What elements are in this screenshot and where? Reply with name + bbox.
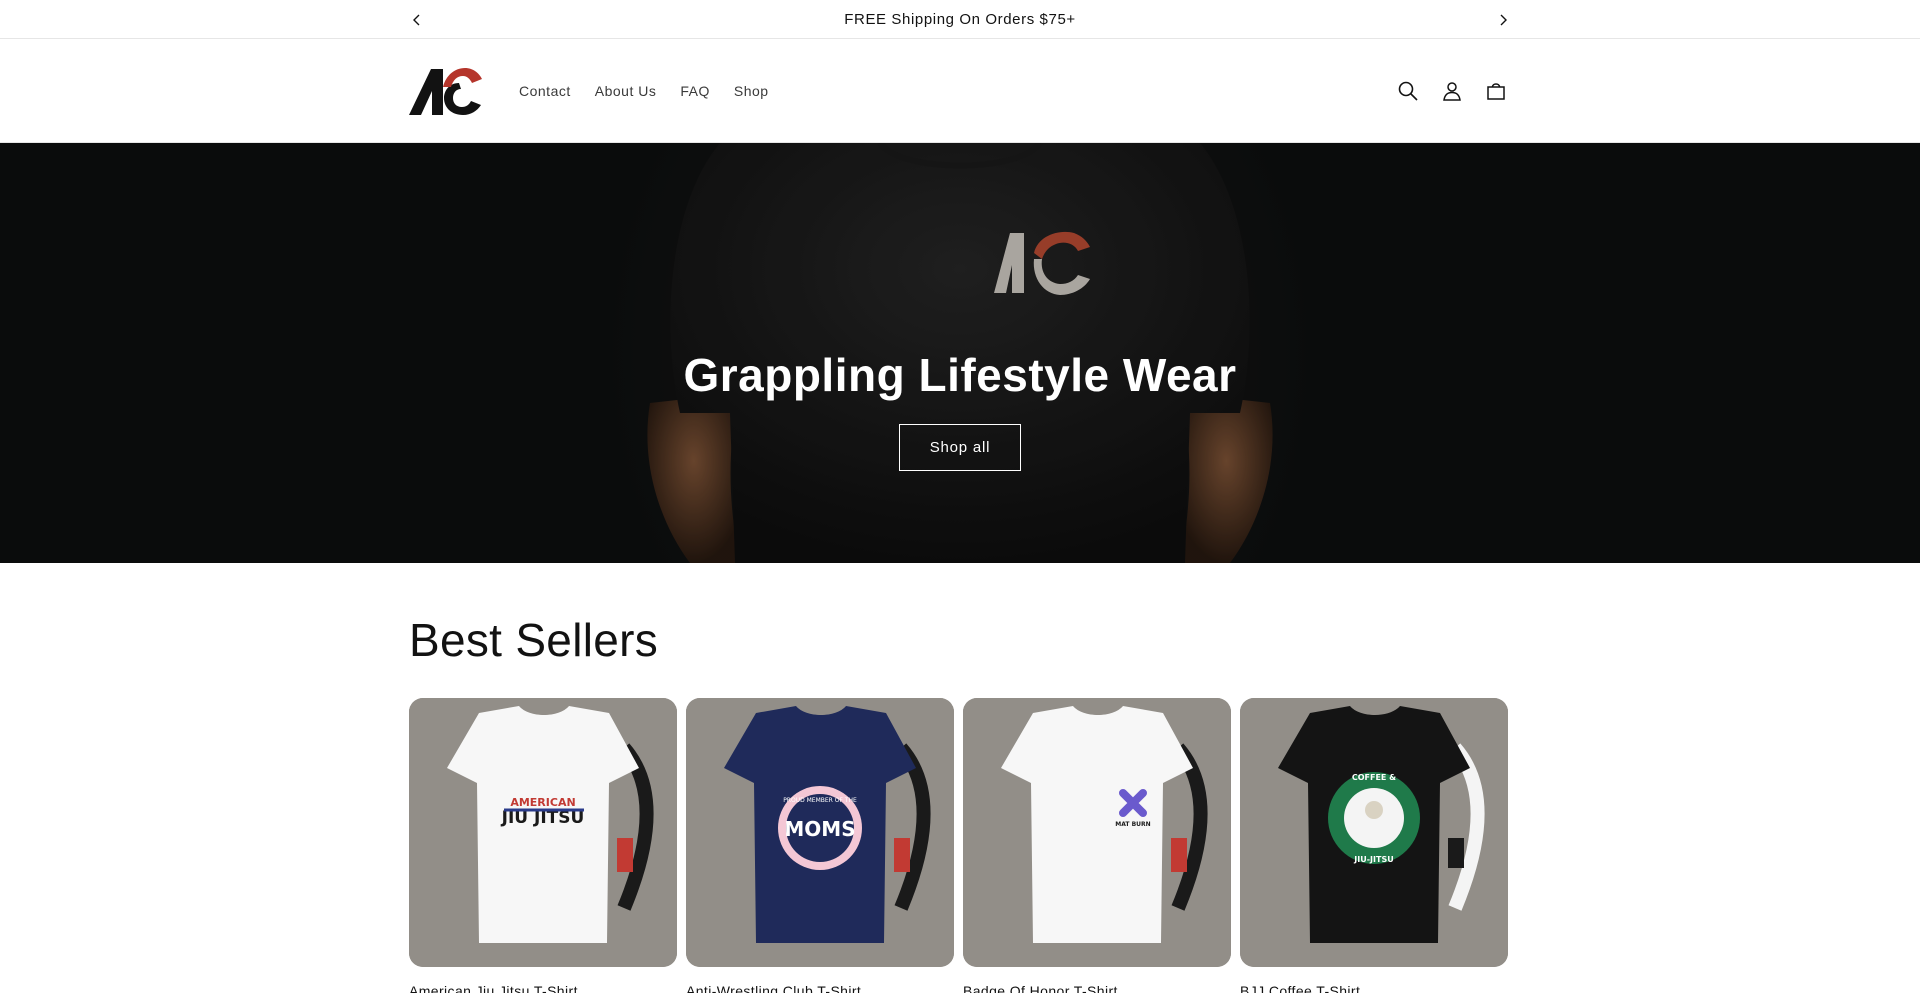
- chevron-right-icon: [1500, 14, 1507, 25]
- hero-banner: Grappling Lifestyle Wear Shop all: [0, 143, 1920, 563]
- graphic-text-top: COFFEE &: [1352, 773, 1396, 782]
- nav-shop[interactable]: Shop: [722, 83, 781, 99]
- product-title[interactable]: Badge Of Honor T-Shirt: [963, 983, 1231, 993]
- graphic-text-main: MOMS: [784, 817, 855, 841]
- product-image[interactable]: MAT BURN: [963, 698, 1231, 967]
- announcement-text: FREE Shipping On Orders $75+: [844, 10, 1076, 28]
- best-sellers-section: Best Sellers AMERICAN JIU JITSU American…: [0, 563, 1920, 993]
- nav-contact[interactable]: Contact: [507, 83, 583, 99]
- product-card[interactable]: COFFEE & JIU-JITSU BJJ Coffee T-Shirt: [1240, 698, 1508, 993]
- tshirt-graphic: AMERICAN JIU JITSU: [409, 698, 677, 967]
- hero-content: Grappling Lifestyle Wear Shop all: [0, 348, 1920, 471]
- ac-logo-icon: [409, 68, 482, 115]
- product-card[interactable]: MAT BURN Badge Of Honor T-Shirt: [963, 698, 1231, 993]
- user-icon: [1443, 82, 1461, 101]
- site-header: Contact About Us FAQ Shop: [0, 39, 1920, 143]
- product-grid: AMERICAN JIU JITSU American Jiu Jitsu T-…: [409, 698, 1508, 993]
- main-nav: Contact About Us FAQ Shop: [507, 39, 781, 143]
- product-title[interactable]: American Jiu Jitsu T-Shirt: [409, 983, 677, 993]
- nav-faq[interactable]: FAQ: [668, 83, 722, 99]
- graphic-text-main: JIU-JITSU: [1353, 855, 1393, 864]
- product-image[interactable]: AMERICAN JIU JITSU: [409, 698, 677, 967]
- section-heading: Best Sellers: [409, 614, 659, 666]
- announcement-bar: FREE Shipping On Orders $75+: [0, 0, 1920, 39]
- account-button[interactable]: [1430, 69, 1474, 113]
- tshirt-graphic: PROUD MEMBER OF THE MOMS: [686, 698, 954, 967]
- nav-about-us[interactable]: About Us: [583, 83, 669, 99]
- chevron-left-icon: [413, 14, 420, 25]
- tshirt-graphic: MAT BURN: [963, 698, 1231, 967]
- cart-button[interactable]: [1474, 69, 1518, 113]
- product-card[interactable]: PROUD MEMBER OF THE MOMS Anti-Wrestling …: [686, 698, 954, 993]
- search-button[interactable]: [1386, 69, 1430, 113]
- site-logo[interactable]: [409, 65, 483, 117]
- announcement-next-button[interactable]: [1488, 0, 1518, 39]
- bag-icon: [1487, 83, 1505, 100]
- graphic-text-top: PROUD MEMBER OF THE: [783, 797, 857, 804]
- search-icon: [1398, 81, 1418, 101]
- header-actions: [1386, 39, 1518, 143]
- shop-all-button[interactable]: Shop all: [899, 424, 1021, 471]
- hero-title: Grappling Lifestyle Wear: [683, 349, 1237, 401]
- product-title[interactable]: Anti-Wrestling Club T-Shirt: [686, 983, 954, 993]
- product-title[interactable]: BJJ Coffee T-Shirt: [1240, 983, 1508, 993]
- tshirt-graphic: COFFEE & JIU-JITSU: [1240, 698, 1508, 967]
- product-image[interactable]: PROUD MEMBER OF THE MOMS: [686, 698, 954, 967]
- announcement-prev-button[interactable]: [402, 0, 432, 39]
- product-card[interactable]: AMERICAN JIU JITSU American Jiu Jitsu T-…: [409, 698, 677, 993]
- graphic-text-main: MAT BURN: [1115, 821, 1150, 828]
- product-image[interactable]: COFFEE & JIU-JITSU: [1240, 698, 1508, 967]
